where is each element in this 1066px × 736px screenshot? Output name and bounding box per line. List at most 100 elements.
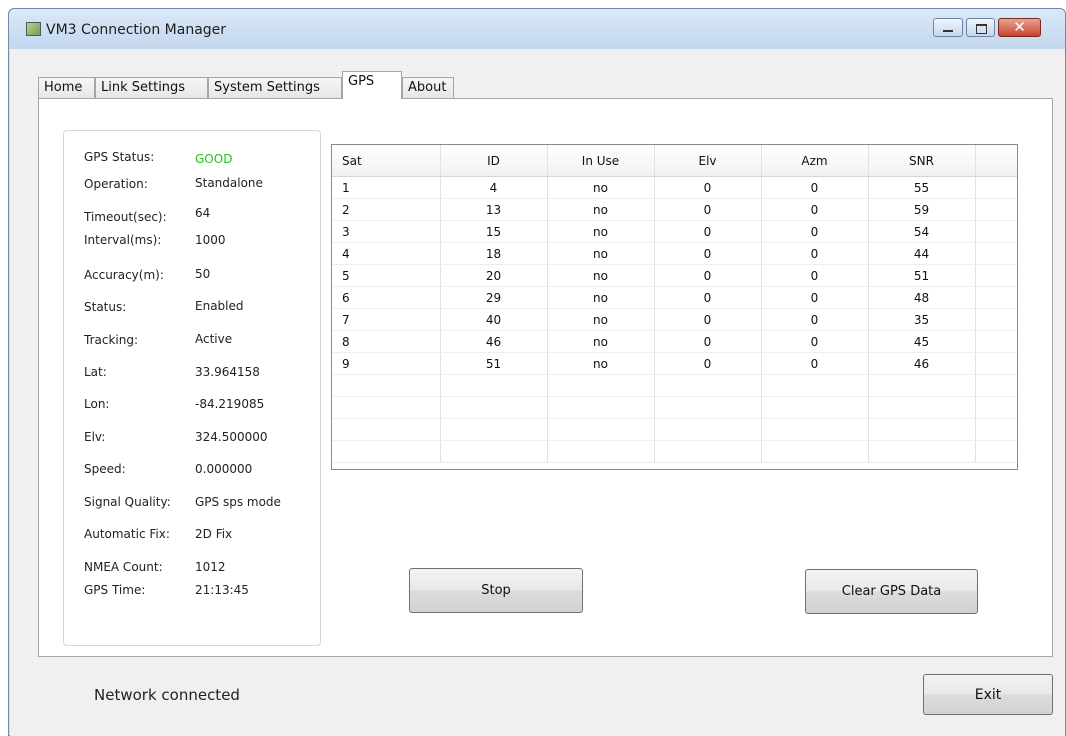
table-row[interactable]: 6 29 no 0 0 48: [332, 286, 1017, 309]
table-cell: 0: [761, 176, 869, 199]
table-cell: [975, 352, 1017, 375]
table-row[interactable]: 8 46 no 0 0 45: [332, 330, 1017, 353]
table-cell: [332, 418, 441, 441]
table-cell: [440, 418, 548, 441]
tab-gps[interactable]: GPS: [342, 71, 402, 99]
timeout-label: Timeout(sec):: [84, 210, 167, 224]
table-cell: 54: [868, 220, 976, 243]
stop-button[interactable]: Stop: [409, 568, 583, 613]
table-cell: [975, 440, 1017, 463]
table-cell: 0: [654, 330, 762, 353]
table-cell: 35: [868, 308, 976, 331]
table-cell: [975, 418, 1017, 441]
interval-label: Interval(ms):: [84, 233, 162, 247]
minimize-button[interactable]: [933, 18, 963, 37]
table-row[interactable]: 4 18 no 0 0 44: [332, 242, 1017, 265]
table-row[interactable]: [332, 418, 1017, 441]
table-cell: 0: [654, 176, 762, 199]
table-cell: [654, 418, 762, 441]
tab-about[interactable]: About: [402, 77, 454, 98]
table-cell: [868, 374, 976, 397]
table-cell: 0: [654, 220, 762, 243]
table-cell: [975, 286, 1017, 309]
table-cell: [440, 396, 548, 419]
table-row[interactable]: 1 4 no 0 0 55: [332, 176, 1017, 199]
table-cell: 0: [761, 242, 869, 265]
table-row[interactable]: 7 40 no 0 0 35: [332, 308, 1017, 331]
column-header-sat[interactable]: Sat: [332, 145, 441, 177]
title-bar[interactable]: icon VM3 Connection Manager ✕: [9, 9, 1065, 49]
accuracy-label: Accuracy(m):: [84, 268, 164, 282]
column-header-snr[interactable]: SNR: [868, 145, 976, 177]
close-button[interactable]: ✕: [998, 18, 1041, 37]
table-row[interactable]: 9 51 no 0 0 46: [332, 352, 1017, 375]
table-cell: [975, 396, 1017, 419]
table-cell: 9: [332, 352, 441, 375]
tab-system-settings[interactable]: System Settings: [208, 77, 342, 98]
table-cell: no: [547, 242, 655, 265]
table-cell: no: [547, 220, 655, 243]
lat-label: Lat:: [84, 365, 107, 379]
operation-label: Operation:: [84, 177, 148, 191]
table-cell: [332, 440, 441, 463]
automatic-fix-value: 2D Fix: [195, 527, 233, 541]
table-cell: [332, 396, 441, 419]
table-cell: no: [547, 330, 655, 353]
interval-value: 1000: [195, 233, 226, 247]
table-cell: 40: [440, 308, 548, 331]
clear-gps-data-button[interactable]: Clear GPS Data: [805, 569, 978, 614]
table-cell: 0: [654, 308, 762, 331]
column-header-elv[interactable]: Elv: [654, 145, 762, 177]
table-row[interactable]: [332, 396, 1017, 419]
table-row[interactable]: [332, 440, 1017, 463]
table-cell: [332, 374, 441, 397]
operation-value: Standalone: [195, 176, 263, 190]
table-row[interactable]: 3 15 no 0 0 54: [332, 220, 1017, 243]
table-cell: [654, 374, 762, 397]
exit-button[interactable]: Exit: [923, 674, 1053, 715]
accuracy-value: 50: [195, 267, 211, 281]
tab-link-settings[interactable]: Link Settings: [95, 77, 208, 98]
speed-value: 0.000000: [195, 462, 253, 476]
client-area: Home Link Settings System Settings GPS A…: [10, 49, 1065, 736]
table-row[interactable]: [332, 374, 1017, 397]
table-cell: 8: [332, 330, 441, 353]
lon-value: -84.219085: [195, 397, 265, 411]
column-header-id[interactable]: ID: [440, 145, 548, 177]
maximize-button[interactable]: [966, 18, 995, 37]
column-header-in-use[interactable]: In Use: [547, 145, 655, 177]
table-cell: [868, 396, 976, 419]
table-cell: [975, 330, 1017, 353]
table-cell: 0: [654, 286, 762, 309]
window-title: VM3 Connection Manager: [46, 22, 227, 38]
table-cell: 0: [654, 242, 762, 265]
table-cell: 0: [761, 352, 869, 375]
satellite-table[interactable]: Sat ID In Use Elv Azm SNR 1 4 no 0 0 55 2 13 no 0…: [331, 144, 1018, 470]
table-cell: 20: [440, 264, 548, 287]
elv-value: 324.500000: [195, 430, 268, 444]
column-header-azm[interactable]: Azm: [761, 145, 869, 177]
table-cell: [547, 440, 655, 463]
table-cell: [975, 176, 1017, 199]
table-cell: [868, 418, 976, 441]
table-cell: [440, 374, 548, 397]
table-cell: 55: [868, 176, 976, 199]
table-cell: [654, 440, 762, 463]
network-status-text: Network connected: [94, 686, 240, 704]
tab-home[interactable]: Home: [38, 77, 95, 98]
table-cell: 1: [332, 176, 441, 199]
table-cell: 0: [761, 308, 869, 331]
table-row[interactable]: 2 13 no 0 0 59: [332, 198, 1017, 221]
table-cell: [975, 308, 1017, 331]
table-cell: [761, 374, 869, 397]
table-cell: [547, 396, 655, 419]
speed-label: Speed:: [84, 462, 126, 476]
table-cell: 0: [761, 330, 869, 353]
table-row[interactable]: 5 20 no 0 0 51: [332, 264, 1017, 287]
table-cell: 4: [440, 176, 548, 199]
gps-status-label: GPS Status:: [84, 150, 155, 164]
table-cell: no: [547, 308, 655, 331]
table-cell: [547, 418, 655, 441]
app-icon: icon: [26, 22, 41, 36]
table-cell: 15: [440, 220, 548, 243]
